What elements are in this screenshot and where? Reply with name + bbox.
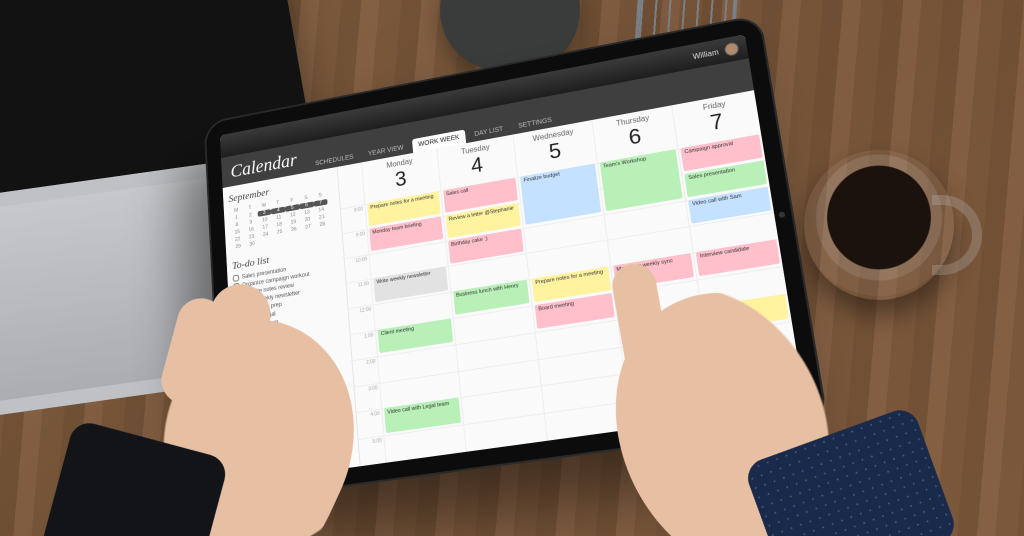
hour-label: 2:00: [352, 356, 379, 386]
hour-label: 4:00: [356, 409, 383, 439]
user-name-label: William: [692, 47, 719, 60]
mini-cal-day[interactable]: 29: [231, 243, 245, 251]
time-column-header: [338, 163, 365, 209]
avatar[interactable]: [724, 41, 740, 57]
mini-cal-day[interactable]: 27: [301, 223, 316, 231]
mini-cal-day[interactable]: 24: [259, 231, 273, 239]
mini-cal-day[interactable]: 28: [315, 221, 330, 229]
hour-label: 1:00: [350, 330, 376, 360]
tablet-camera-icon: [778, 211, 785, 218]
mini-cal-day[interactable]: 26: [287, 226, 302, 234]
todo-checkbox[interactable]: [233, 274, 240, 281]
hour-label: 12:00: [348, 305, 374, 335]
hour-label: 5:00: [359, 436, 386, 466]
background-coffee-cup: [804, 150, 954, 300]
mini-cal-day[interactable]: 30: [245, 241, 259, 249]
hour-label: 3:00: [354, 382, 381, 412]
mini-cal-day[interactable]: 25: [273, 228, 287, 236]
